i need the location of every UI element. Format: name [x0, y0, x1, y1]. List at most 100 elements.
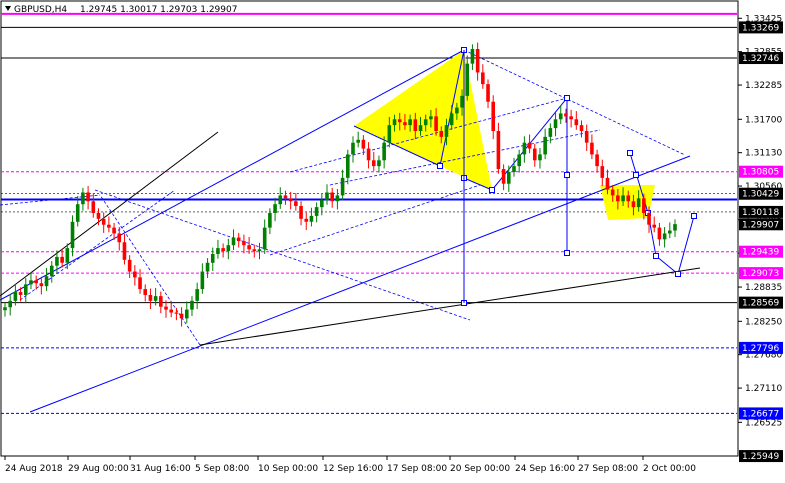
price-tag-label: 1.30118 [742, 208, 779, 218]
anchor-point[interactable] [564, 95, 570, 101]
anchor-point[interactable] [564, 172, 570, 178]
candle-body [184, 309, 189, 319]
channel-dashed-line[interactable] [99, 194, 201, 346]
candle-body [39, 283, 44, 287]
time-scale: 24 Aug 2018 29 Aug 00:00 31 Aug 16:00 5 Sep… [4, 456, 696, 474]
time-tick-label: 5 Sep 08:00 [195, 464, 250, 474]
candle-body [164, 306, 168, 310]
candle-body [205, 262, 210, 272]
candle-body [169, 309, 174, 313]
candle-body [387, 125, 392, 143]
anchor-point[interactable] [675, 271, 681, 277]
candle-body [294, 201, 298, 206]
candle-body [112, 227, 116, 234]
candle-body [117, 233, 122, 243]
candle-body [657, 227, 662, 240]
candle-body [486, 84, 490, 102]
price-tick-label: 1.31130 [745, 149, 782, 159]
price-tag-label: 1.29439 [742, 248, 779, 258]
candle-body [506, 171, 511, 184]
anchor-point[interactable] [633, 172, 639, 178]
candle-body [377, 160, 381, 167]
candle-body [309, 215, 314, 222]
candle-body [626, 195, 631, 202]
candle-body [236, 237, 241, 242]
candle-body [356, 139, 360, 143]
candle-body [221, 248, 225, 252]
candle-body [226, 245, 231, 252]
anchor-point[interactable] [489, 187, 495, 193]
candle-body [636, 198, 641, 208]
dropdown-triangle-icon[interactable] [5, 6, 11, 11]
time-tick-label: 17 Sep 08:00 [387, 464, 447, 474]
candle-body [174, 312, 179, 314]
anchor-point[interactable] [653, 253, 659, 259]
price-tag-label: 1.32746 [742, 54, 779, 64]
time-tick-label: 12 Sep 16:00 [323, 464, 383, 474]
anchor-point[interactable] [564, 250, 570, 256]
candle-body [60, 256, 64, 263]
candle-body [143, 289, 148, 295]
time-tick-label: 29 Aug 00:00 [68, 464, 129, 474]
price-tag-label: 1.30805 [742, 168, 779, 178]
candle-body [548, 128, 553, 137]
candle-body [107, 224, 111, 228]
anchor-point[interactable] [627, 150, 633, 156]
price-chart[interactable]: GBPUSD,H4 1.29745 1.30017 1.29703 1.2990… [0, 0, 785, 483]
time-tick-label: 24 Aug 2018 [5, 464, 63, 474]
drawn-objects [0, 47, 701, 413]
candle-body [148, 294, 153, 301]
candle-body [18, 292, 23, 295]
triangle-pattern-large[interactable] [354, 50, 492, 190]
price-tag-label: 1.25949 [742, 452, 779, 462]
candle-body [584, 131, 589, 143]
candle-body [538, 154, 542, 161]
upper-trend-line[interactable] [0, 49, 465, 301]
candle-body [210, 253, 215, 263]
candle-body [96, 212, 101, 219]
candle-body [29, 280, 33, 285]
candle-body [330, 192, 335, 202]
price-tag-label: 1.29073 [742, 269, 779, 279]
candle-body [320, 200, 324, 208]
candle-body [397, 119, 402, 123]
candle-body [652, 224, 657, 228]
candle-body [449, 113, 454, 126]
candle-body [127, 259, 132, 272]
candle-body [351, 142, 355, 155]
candles [3, 42, 677, 327]
candle-body [496, 131, 501, 170]
price-tick-label: 1.28835 [745, 283, 782, 293]
candle-body [371, 160, 376, 167]
candle-body [252, 249, 257, 252]
candle-body [460, 95, 464, 108]
anchor-point[interactable] [437, 163, 443, 169]
support-trend-line[interactable] [199, 267, 701, 346]
candle-body [13, 292, 18, 301]
black-trend-line[interactable] [0, 131, 219, 297]
candle-body [44, 276, 49, 287]
candle-body [455, 107, 459, 114]
price-tag-label: 1.29907 [742, 220, 779, 230]
candle-body [304, 218, 309, 222]
price-tag-label: 1.30429 [742, 190, 779, 200]
candle-body [605, 177, 610, 190]
candle-body [138, 277, 142, 290]
candle-body [595, 154, 599, 167]
candle-body [382, 142, 386, 161]
candle-body [408, 119, 412, 126]
price-tick-label: 1.26525 [745, 418, 782, 428]
candle-body [610, 189, 615, 196]
chart-window[interactable]: GBPUSD,H4 1.29745 1.30017 1.29703 1.2990… [0, 0, 785, 483]
time-tick-label: 10 Sep 00:00 [258, 464, 318, 474]
candle-body [242, 241, 246, 246]
candle-body [439, 131, 444, 137]
price-tick-label: 1.31700 [745, 115, 782, 125]
candle-body [299, 205, 303, 219]
anchor-point[interactable] [691, 213, 697, 219]
long-trend-line[interactable] [29, 155, 691, 413]
time-tick-label: 2 Oct 00:00 [643, 464, 696, 474]
channel-dashed-line[interactable] [19, 189, 176, 301]
candle-body [481, 72, 485, 85]
candle-body [262, 227, 267, 250]
